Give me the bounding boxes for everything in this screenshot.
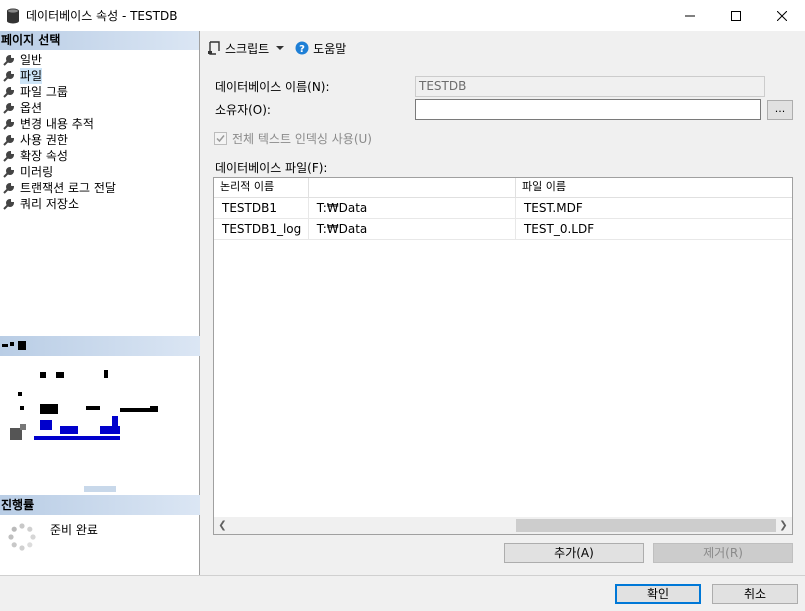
page-item-label: 사용 권한 bbox=[20, 133, 68, 147]
fulltext-checkbox-row[interactable]: 전체 텍스트 인덱싱 사용(U) bbox=[214, 130, 372, 147]
grid-cell[interactable]: TESTDB1 bbox=[214, 198, 309, 218]
remove-file-button[interactable]: 제거(R) bbox=[653, 543, 793, 563]
page-list: 일반 파일 파일 그룹 옵션 변경 내용 추적 사용 권한 확장 속성 미러링 bbox=[0, 50, 199, 212]
progress-area: 준비 완료 bbox=[0, 515, 200, 575]
grid-header-file-name[interactable]: 파일 이름 bbox=[516, 178, 792, 197]
ok-button[interactable]: 확인 bbox=[615, 584, 701, 604]
page-item-label: 변경 내용 추적 bbox=[20, 117, 94, 131]
help-icon: ? bbox=[295, 41, 309, 55]
title-bar: 데이터베이스 속성 - TESTDB bbox=[0, 0, 805, 31]
window-title: 데이터베이스 속성 - TESTDB bbox=[26, 9, 178, 23]
wrench-icon bbox=[3, 118, 15, 130]
scroll-track[interactable] bbox=[231, 519, 776, 532]
database-icon bbox=[7, 8, 19, 23]
progress-spinner-icon bbox=[8, 523, 36, 551]
toolbar: 스크립트 ? 도움말 bbox=[207, 38, 352, 58]
page-item-query-store[interactable]: 쿼리 저장소 bbox=[0, 196, 199, 212]
page-item-label: 파일 bbox=[20, 68, 43, 84]
table-row[interactable]: TESTDB1 T:₩Data TEST.MDF bbox=[214, 198, 792, 219]
scroll-thumb[interactable] bbox=[516, 519, 776, 532]
grid-header-row: 논리적 이름 파일 이름 bbox=[214, 178, 792, 198]
right-pane: 스크립트 ? 도움말 데이터베이스 이름(N): TESTDB 소유자(O): … bbox=[201, 31, 805, 575]
wrench-icon bbox=[3, 54, 15, 66]
page-item-mirroring[interactable]: 미러링 bbox=[0, 164, 199, 180]
left-pane: 페이지 선택 일반 파일 파일 그룹 옵션 변경 내용 추적 사용 권한 확장 … bbox=[0, 31, 200, 575]
svg-text:?: ? bbox=[299, 44, 305, 55]
dropdown-arrow-icon[interactable] bbox=[275, 43, 285, 53]
close-icon bbox=[777, 10, 787, 21]
scroll-left-icon[interactable]: ❮ bbox=[214, 517, 231, 534]
page-item-permissions[interactable]: 사용 권한 bbox=[0, 132, 199, 148]
db-files-grid[interactable]: 논리적 이름 파일 이름 TESTDB1 T:₩Data TEST.MDF TE… bbox=[213, 177, 793, 535]
page-item-label: 일반 bbox=[20, 53, 43, 67]
connection-header bbox=[0, 336, 200, 356]
db-name-field: TESTDB bbox=[415, 76, 765, 97]
horizontal-scrollbar[interactable]: ❮ ❯ bbox=[214, 517, 792, 534]
cancel-button[interactable]: 취소 bbox=[712, 584, 798, 604]
script-button[interactable]: 스크립트 bbox=[207, 40, 289, 57]
scroll-right-icon[interactable]: ❯ bbox=[775, 517, 792, 534]
db-name-label: 데이터베이스 이름(N): bbox=[215, 80, 330, 94]
wrench-icon bbox=[3, 166, 15, 178]
page-item-change-tracking[interactable]: 변경 내용 추적 bbox=[0, 116, 199, 132]
grid-cell[interactable]: T:₩Data bbox=[309, 198, 516, 218]
dialog-button-bar: 확인 취소 bbox=[0, 575, 805, 611]
minimize-icon bbox=[685, 15, 695, 16]
grid-cell[interactable]: TESTDB1_log bbox=[214, 219, 309, 239]
script-icon bbox=[208, 41, 220, 55]
page-item-label: 쿼리 저장소 bbox=[20, 197, 80, 211]
db-files-label: 데이터베이스 파일(F): bbox=[215, 161, 328, 175]
select-page-header: 페이지 선택 bbox=[0, 31, 199, 50]
grid-header-path[interactable] bbox=[309, 178, 516, 197]
grid-header-logical-name[interactable]: 논리적 이름 bbox=[214, 178, 309, 197]
progress-header: 진행률 bbox=[0, 495, 200, 515]
page-item-label: 옵션 bbox=[20, 101, 43, 115]
grid-cell[interactable]: T:₩Data bbox=[309, 219, 516, 239]
browse-owner-button[interactable]: ... bbox=[767, 100, 793, 120]
redacted-mark bbox=[2, 341, 26, 350]
maximize-button[interactable] bbox=[713, 0, 759, 31]
page-item-extended-properties[interactable]: 확장 속성 bbox=[0, 148, 199, 164]
page-item-files[interactable]: 파일 bbox=[0, 68, 199, 84]
page-item-log-shipping[interactable]: 트랜잭션 로그 전달 bbox=[0, 180, 199, 196]
page-item-label: 파일 그룹 bbox=[20, 85, 68, 99]
grid-cell[interactable]: TEST_0.LDF bbox=[516, 219, 792, 239]
wrench-icon bbox=[3, 198, 15, 210]
owner-label: 소유자(O): bbox=[215, 103, 271, 117]
owner-input[interactable] bbox=[415, 99, 761, 120]
checkmark-icon bbox=[216, 135, 225, 143]
wrench-icon bbox=[3, 102, 15, 114]
help-label: 도움말 bbox=[313, 41, 347, 56]
progress-status: 준비 완료 bbox=[50, 523, 98, 537]
wrench-icon bbox=[3, 86, 15, 98]
connection-area bbox=[0, 356, 200, 496]
page-item-label: 트랜잭션 로그 전달 bbox=[20, 181, 116, 195]
page-item-general[interactable]: 일반 bbox=[0, 52, 199, 68]
page-item-options[interactable]: 옵션 bbox=[0, 100, 199, 116]
page-item-label: 미러링 bbox=[20, 165, 54, 179]
table-row[interactable]: TESTDB1_log T:₩Data TEST_0.LDF bbox=[214, 219, 792, 240]
redacted-connection-info bbox=[10, 370, 158, 492]
page-item-label: 확장 속성 bbox=[20, 149, 68, 163]
help-button[interactable]: ? 도움말 bbox=[295, 40, 346, 57]
wrench-icon bbox=[3, 182, 15, 194]
wrench-icon bbox=[3, 150, 15, 162]
page-item-filegroups[interactable]: 파일 그룹 bbox=[0, 84, 199, 100]
script-label: 스크립트 bbox=[225, 41, 270, 56]
fulltext-label: 전체 텍스트 인덱싱 사용(U) bbox=[232, 132, 372, 146]
add-file-button[interactable]: 추가(A) bbox=[504, 543, 644, 563]
fulltext-checkbox[interactable] bbox=[214, 132, 227, 145]
maximize-icon bbox=[731, 10, 741, 21]
wrench-icon bbox=[3, 134, 15, 146]
close-button[interactable] bbox=[759, 0, 805, 31]
minimize-button[interactable] bbox=[667, 0, 713, 31]
grid-cell[interactable]: TEST.MDF bbox=[516, 198, 792, 218]
wrench-icon bbox=[3, 70, 15, 82]
